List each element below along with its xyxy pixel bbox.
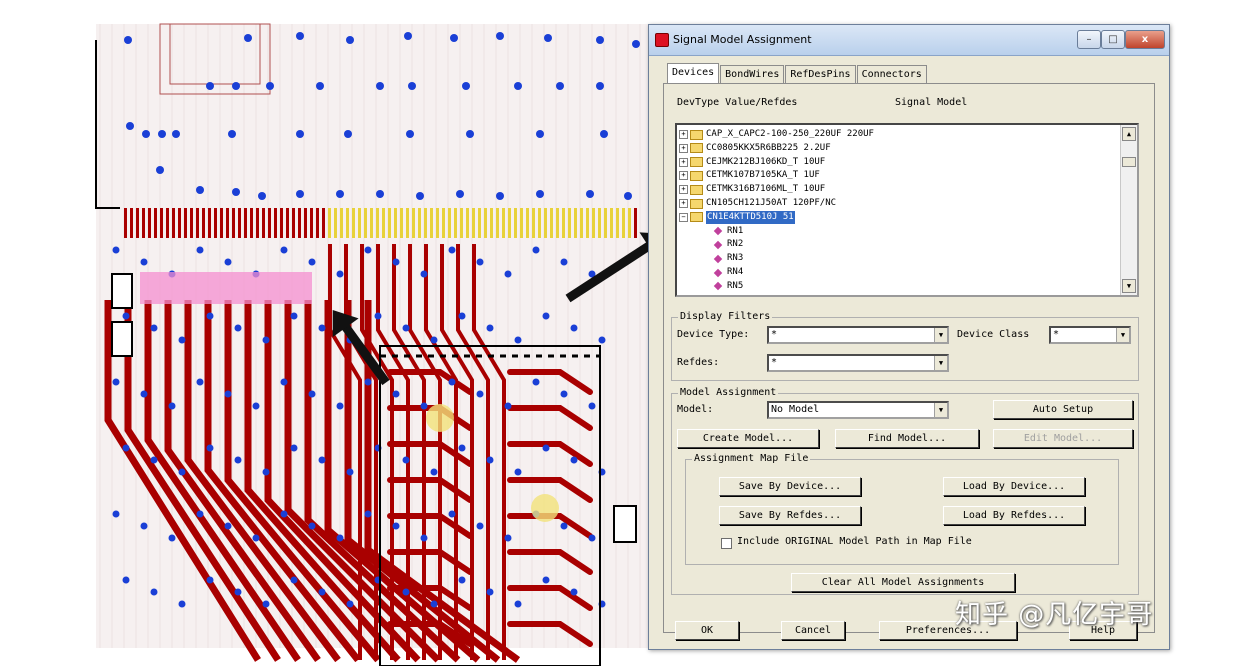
display-filters-legend: Display Filters (678, 311, 773, 322)
load-by-refdes-button[interactable]: Load By Refdes... (943, 506, 1085, 525)
load-by-device-button[interactable]: Load By Device... (943, 477, 1085, 496)
tab-connectors[interactable]: Connectors (856, 65, 927, 83)
model-assignment-legend: Model Assignment (678, 387, 779, 398)
chevron-down-icon[interactable]: ▼ (1116, 328, 1129, 342)
expand-icon[interactable]: + (679, 143, 688, 153)
tree-device-item[interactable]: + CAP_X_CAPC2-100-250_220UF 220UF (679, 128, 874, 141)
title-bar[interactable]: Signal Model Assignment – □ x (649, 25, 1169, 56)
tree-scrollbar[interactable]: ▲ ▼ (1120, 125, 1137, 295)
chevron-down-icon[interactable]: ▼ (934, 403, 947, 417)
minimize-button[interactable]: – (1077, 30, 1101, 49)
tree-item-label: CC0805KKX5R6BB225 2.2UF (706, 142, 831, 153)
tree-device-item[interactable]: + CEJMK212BJ106KD_T 10UF (679, 156, 825, 169)
expand-icon[interactable]: + (679, 171, 688, 181)
tab-bondwires[interactable]: BondWires (720, 65, 785, 83)
tree-pin-item[interactable]: RN1 (713, 225, 744, 238)
app-icon (655, 33, 669, 47)
folder-icon (690, 184, 703, 195)
tree-item-label: CN1E4KTTD510J 51 (706, 210, 795, 224)
tree-item-label: RN5 (727, 280, 744, 291)
refdes-combo[interactable]: * ▼ (767, 354, 949, 372)
refdes-label: Refdes: (677, 357, 720, 368)
refdes-value: * (771, 357, 778, 368)
chevron-down-icon[interactable]: ▼ (934, 328, 947, 342)
include-original-label: Include ORIGINAL Model Path in Map File (737, 536, 972, 547)
create-model-button[interactable]: Create Model... (677, 429, 819, 448)
model-combo[interactable]: No Model ▼ (767, 401, 949, 419)
folder-icon (690, 212, 703, 223)
device-type-label: Device Type: (677, 329, 750, 340)
tree-device-item[interactable]: + CC0805KKX5R6BB225 2.2UF (679, 142, 831, 155)
scroll-up-icon[interactable]: ▲ (1122, 127, 1136, 141)
maximize-button[interactable]: □ (1101, 30, 1125, 49)
tree-item-label: RN4 (727, 267, 744, 277)
tree-device-item[interactable]: + CN105CH121J50AT 120PF/NC (679, 197, 836, 210)
tree-pin-item[interactable]: RN5 (713, 280, 744, 293)
tree-item-label: CAP_X_CAPC2-100-250_220UF 220UF (706, 129, 874, 139)
pin-icon (713, 226, 723, 236)
tab-strip: Devices BondWires RefDesPins Connectors (667, 63, 928, 83)
device-class-combo[interactable]: * ▼ (1049, 326, 1131, 344)
watermark: 知乎 @凡亿宇哥 (955, 600, 1154, 630)
collapse-icon[interactable]: − (679, 212, 688, 222)
tree-pin-item[interactable]: RN2 (713, 238, 744, 251)
pin-icon (713, 254, 723, 263)
signal-model-assignment-dialog: Signal Model Assignment – □ x Devices Bo… (648, 24, 1170, 650)
tree-item-label: RN1 (727, 225, 744, 236)
model-label: Model: (677, 404, 714, 415)
map-file-legend: Assignment Map File (692, 453, 811, 464)
column-header-signal-model: Signal Model (895, 97, 968, 108)
device-class-value: * (1053, 329, 1060, 340)
device-type-combo[interactable]: * ▼ (767, 326, 949, 344)
device-class-label: Device Class (957, 329, 1030, 340)
folder-icon (690, 198, 703, 209)
folder-icon (690, 129, 703, 140)
pin-icon (713, 282, 723, 291)
clear-all-assignments-button[interactable]: Clear All Model Assignments (791, 573, 1015, 592)
expand-icon[interactable]: + (679, 157, 688, 167)
model-value: No Model (771, 404, 820, 415)
tab-devices[interactable]: Devices (667, 63, 720, 83)
tree-item-label: RN3 (727, 253, 744, 264)
chevron-down-icon[interactable]: ▼ (934, 356, 947, 370)
pcb-layout-canvas[interactable] (0, 0, 648, 666)
tree-device-item[interactable]: + CETMK316B7106ML_T 10UF (679, 183, 825, 196)
include-original-checkbox[interactable] (721, 538, 732, 549)
save-by-refdes-button[interactable]: Save By Refdes... (719, 506, 861, 525)
folder-icon (690, 170, 703, 181)
tab-refdespins[interactable]: RefDesPins (785, 65, 856, 83)
tree-pin-item[interactable]: RN4 (713, 266, 744, 279)
tree-device-item[interactable]: + CETMK107B7105KA_T 1UF (679, 169, 820, 182)
component-outline (111, 321, 133, 357)
device-tree[interactable]: + CAP_X_CAPC2-100-250_220UF 220UF + CC0805K… (675, 123, 1139, 297)
cancel-button[interactable]: Cancel (781, 621, 845, 640)
dialog-title: Signal Model Assignment (673, 33, 812, 46)
scroll-down-icon[interactable]: ▼ (1122, 279, 1136, 293)
auto-setup-button[interactable]: Auto Setup (993, 400, 1133, 419)
ok-button[interactable]: OK (675, 621, 739, 640)
folder-icon (690, 143, 703, 154)
tree-device-item[interactable]: − CN1E4KTTD510J 51 (679, 210, 795, 224)
tree-item-label: CN105CH121J50AT 120PF/NC (706, 198, 837, 208)
find-model-button[interactable]: Find Model... (835, 429, 979, 448)
scroll-thumb[interactable] (1122, 157, 1136, 167)
tree-item-label: CEJMK212BJ106KD_T 10UF (706, 156, 826, 167)
column-header-devtype: DevType Value/Refdes (677, 97, 798, 108)
pink-pad-array (140, 272, 312, 304)
folder-icon (690, 157, 703, 168)
expand-icon[interactable]: + (679, 185, 688, 195)
component-outline (111, 273, 133, 309)
close-button[interactable]: x (1125, 30, 1165, 49)
device-type-value: * (771, 329, 778, 340)
tree-item-label: CETMK107B7105KA_T 1UF (706, 170, 820, 181)
expand-icon[interactable]: + (679, 130, 688, 139)
save-by-device-button[interactable]: Save By Device... (719, 477, 861, 496)
expand-icon[interactable]: + (679, 199, 688, 208)
pin-icon (713, 240, 723, 250)
tree-pin-item[interactable]: RN3 (713, 252, 744, 265)
edit-model-button: Edit Model... (993, 429, 1133, 448)
tree-item-label: CETMK316B7106ML_T 10UF (706, 184, 826, 195)
pin-icon (713, 268, 723, 277)
tree-item-label: RN2 (727, 239, 744, 250)
